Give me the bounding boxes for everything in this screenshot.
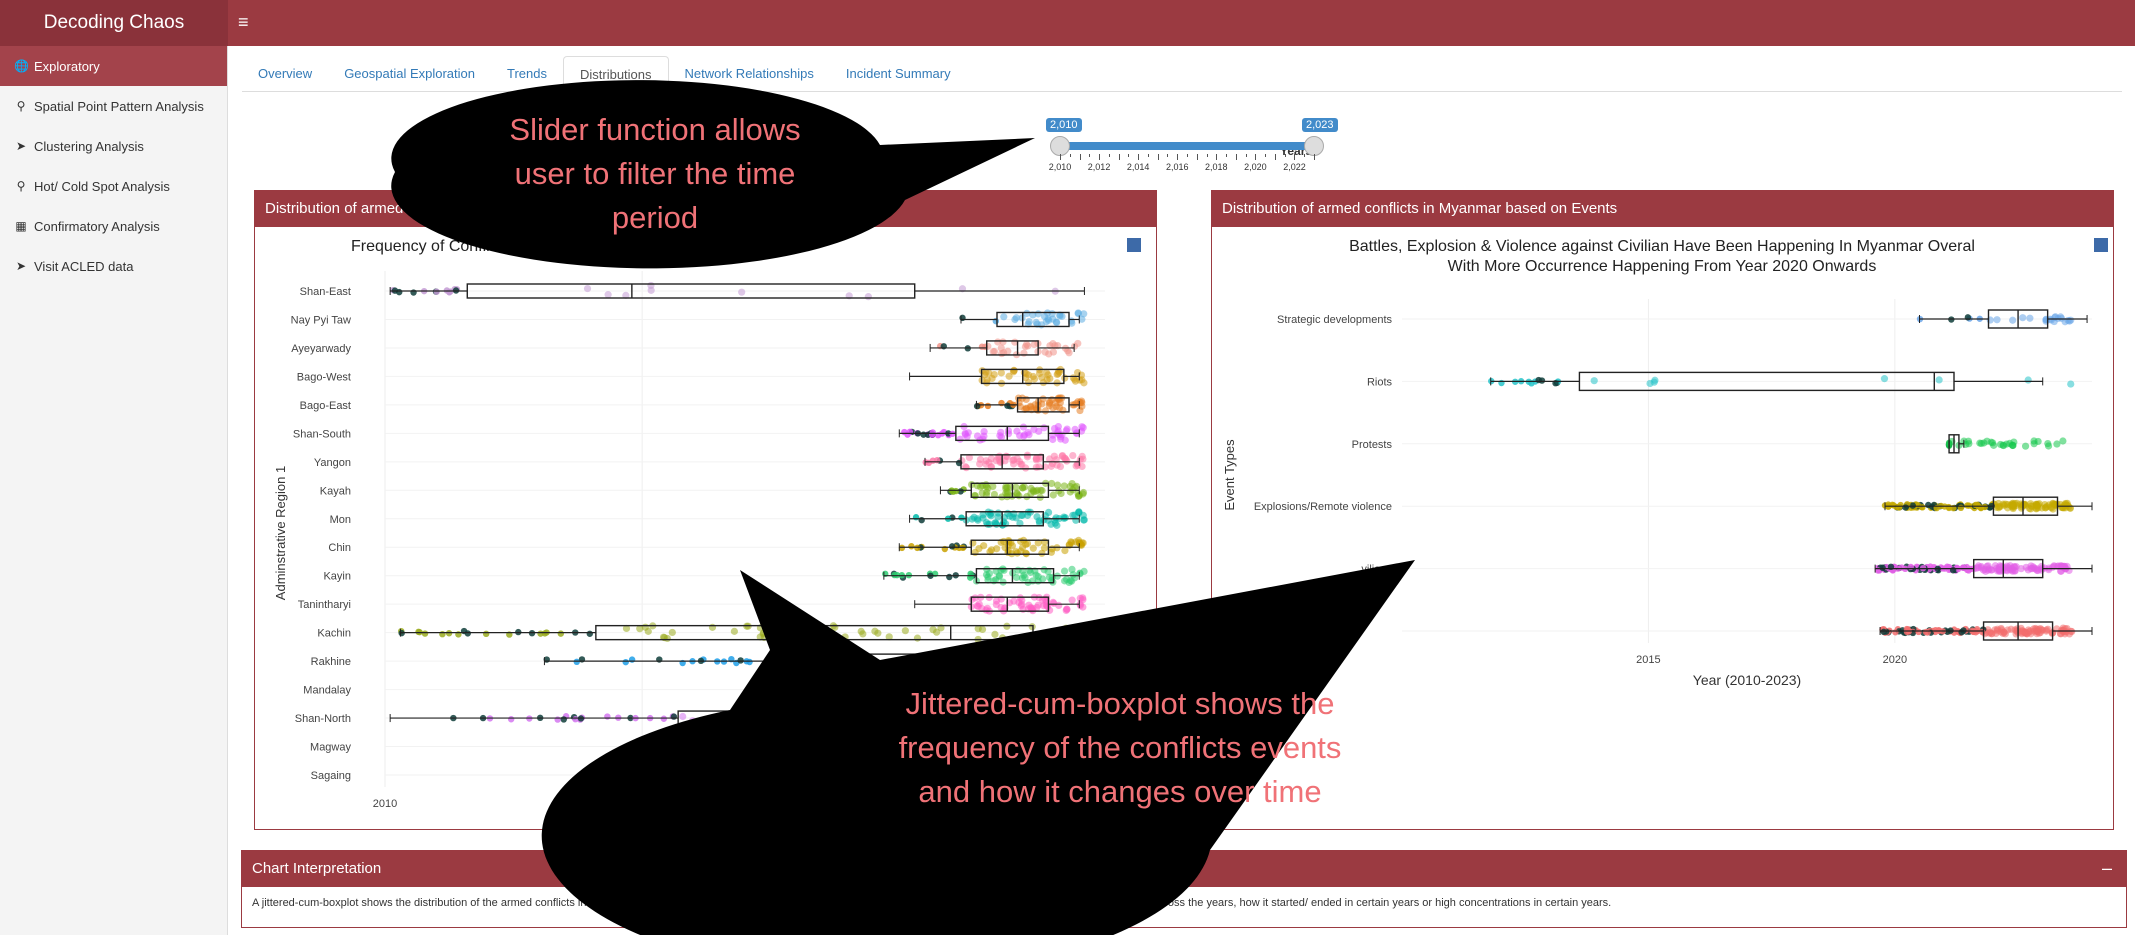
callout-boxplot-text: Jittered-cum-boxplot shows the frequency… (898, 686, 1342, 809)
callout-slider-text: Slider function allows user to filter th… (509, 112, 801, 235)
